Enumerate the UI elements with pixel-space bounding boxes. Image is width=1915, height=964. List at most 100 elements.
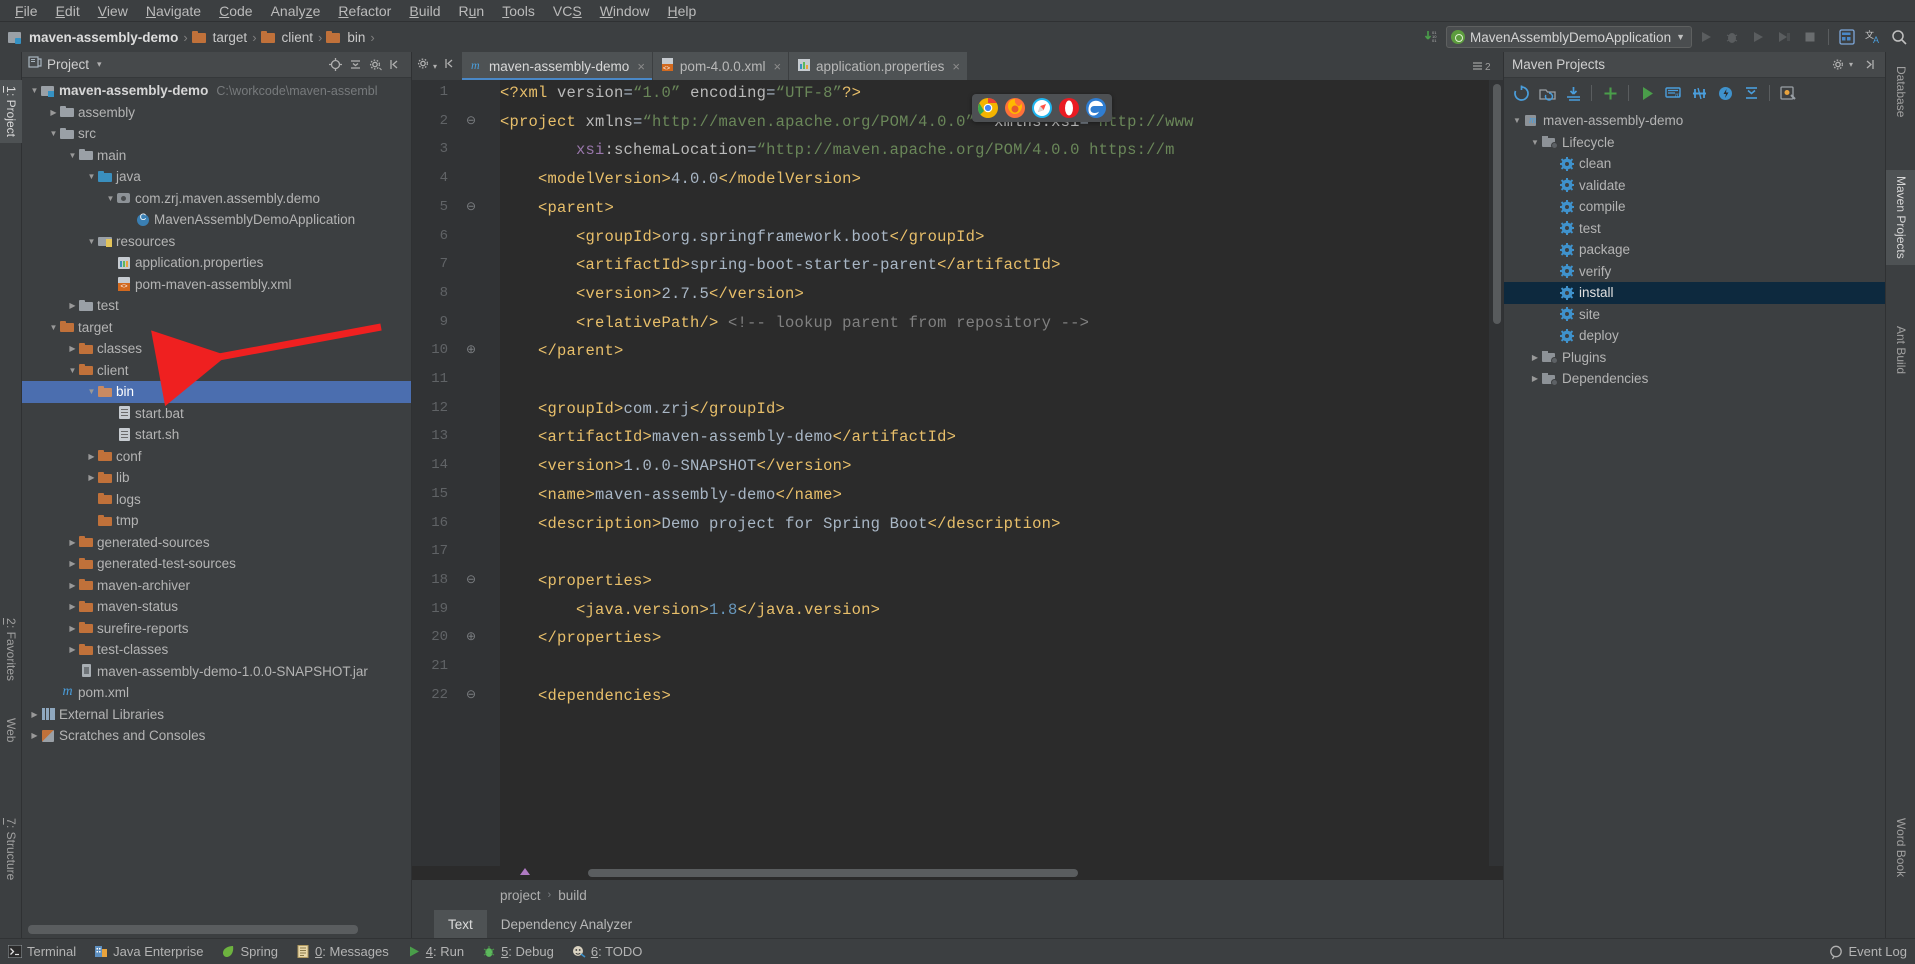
hide-panel-icon[interactable] <box>385 55 405 75</box>
menu-item-edit[interactable]: Edit <box>47 2 89 20</box>
tree-node[interactable]: ▶External Libraries <box>22 704 411 726</box>
maven-node[interactable]: deploy <box>1504 325 1885 347</box>
maven-node[interactable]: ▼maven-assembly-demo <box>1504 110 1885 132</box>
disclosure-arrow-icon[interactable]: ▶ <box>66 602 79 611</box>
editor-gutter[interactable]: 12⊖345⊖678910⊕1112131415161718⊖1920⊕2122… <box>412 80 500 866</box>
tool-window-button-mavenprojects[interactable]: Maven Projects <box>1886 170 1915 265</box>
tree-node[interactable]: ▶lib <box>22 467 411 489</box>
search-icon[interactable] <box>1887 25 1911 49</box>
status-bar-item-debug[interactable]: 5: Debug <box>482 944 554 959</box>
tree-node[interactable]: ▶assembly <box>22 102 411 124</box>
maven-node[interactable]: compile <box>1504 196 1885 218</box>
menu-item-view[interactable]: View <box>89 2 137 20</box>
tree-node[interactable]: ▶test <box>22 295 411 317</box>
tree-node[interactable]: ▼src <box>22 123 411 145</box>
tree-node-selected[interactable]: ▼bin <box>22 381 411 403</box>
breadcrumb-item-maven-assembly-demo[interactable]: maven-assembly-demo› <box>8 30 192 45</box>
tree-node[interactable]: ▶generated-test-sources <box>22 553 411 575</box>
code-fold-icon[interactable]: ⊕ <box>464 342 478 356</box>
tree-node[interactable]: ▶maven-archiver <box>22 575 411 597</box>
disclosure-arrow-icon[interactable]: ▶ <box>66 624 79 633</box>
firefox-icon[interactable] <box>1004 97 1026 119</box>
status-bar-item-javaenterprise[interactable]: Java Enterprise <box>94 944 203 959</box>
disclosure-arrow-icon[interactable]: ▶ <box>1528 353 1542 362</box>
browser-preview-popup[interactable] <box>972 94 1112 122</box>
editor-bottom-tab-dependency-analyzer[interactable]: Dependency Analyzer <box>487 910 646 938</box>
disclosure-arrow-icon[interactable]: ▶ <box>28 710 41 719</box>
menu-item-file[interactable]: File <box>6 2 47 20</box>
tree-node[interactable]: ▶conf <box>22 446 411 468</box>
tool-window-button-web[interactable]: Web <box>0 712 22 748</box>
tool-window-button-database[interactable]: Database <box>1886 60 1915 123</box>
run-configuration-selector[interactable]: MavenAssemblyDemoApplication ▼ <box>1446 26 1692 48</box>
disclosure-arrow-icon[interactable]: ▼ <box>47 129 60 138</box>
gear-icon[interactable] <box>416 56 431 76</box>
tree-node[interactable]: ▶Scratches and Consoles <box>22 725 411 747</box>
maven-node[interactable]: ▶Plugins <box>1504 347 1885 369</box>
breadcrumb-item-target[interactable]: target› <box>192 30 261 45</box>
stop-button[interactable] <box>1798 25 1822 49</box>
disclosure-arrow-icon[interactable]: ▶ <box>85 452 98 461</box>
menu-item-refactor[interactable]: Refactor <box>329 2 400 20</box>
disclosure-arrow-icon[interactable]: ▶ <box>1528 374 1542 383</box>
status-bar-event-log[interactable]: Event Log <box>1829 944 1907 959</box>
disclosure-arrow-icon[interactable]: ▶ <box>66 559 79 568</box>
tree-node[interactable]: ▶classes <box>22 338 411 360</box>
status-bar-item-run[interactable]: 4: Run <box>407 944 464 959</box>
execute-goal-icon[interactable] <box>1713 81 1737 105</box>
tree-node[interactable]: ▼target <box>22 317 411 339</box>
project-tree-hscrollbar[interactable] <box>22 922 411 938</box>
status-bar-item-messages[interactable]: 0: Messages <box>296 944 389 959</box>
menu-item-analyze[interactable]: Analyze <box>262 2 330 20</box>
tool-window-button-structure[interactable]: 7: Structure <box>0 812 22 886</box>
edge-icon[interactable] <box>1085 97 1107 119</box>
tree-node[interactable]: ▼resources <box>22 231 411 253</box>
editor-horizontal-scrollbar-row[interactable] <box>412 866 1503 880</box>
tree-node[interactable]: logs <box>22 489 411 511</box>
maven-node-selected[interactable]: install <box>1504 282 1885 304</box>
editor-tab-maven-assembly-demo[interactable]: mmaven-assembly-demo× <box>462 52 653 80</box>
run-button[interactable] <box>1694 25 1718 49</box>
disclosure-arrow-icon[interactable]: ▼ <box>85 237 98 246</box>
hide-panel-icon[interactable] <box>1859 55 1879 75</box>
tool-window-button-favorites[interactable]: 2: Favorites <box>0 612 22 687</box>
tree-node[interactable]: tmp <box>22 510 411 532</box>
maven-node[interactable]: site <box>1504 304 1885 326</box>
download-updates-icon[interactable]: 011001 <box>1420 25 1444 49</box>
editor-bottom-tab-text[interactable]: Text <box>434 910 487 938</box>
close-icon[interactable]: × <box>952 59 960 74</box>
editor-tabs[interactable]: mmaven-assembly-demo×<>pom-4.0.0.xml×app… <box>462 52 968 80</box>
tree-node[interactable]: ▶generated-sources <box>22 532 411 554</box>
editor-breadcrumb-item-build[interactable]: build <box>558 888 587 903</box>
maven-node[interactable]: clean <box>1504 153 1885 175</box>
run-maven-build-icon[interactable] <box>1635 81 1659 105</box>
editor-breadcrumb[interactable]: project›build <box>412 880 1503 910</box>
collapse-all-icon[interactable] <box>1739 81 1763 105</box>
maven-node[interactable]: package <box>1504 239 1885 261</box>
close-icon[interactable]: × <box>773 59 781 74</box>
code-fold-icon[interactable]: ⊕ <box>464 629 478 643</box>
menu-item-vcs[interactable]: VCS <box>544 2 591 20</box>
project-tree[interactable]: ▼maven-assembly-demoC:\workcode\maven-as… <box>22 78 411 922</box>
code-content[interactable]: <?xml version=“1.0” encoding=“UTF-8”?><p… <box>500 80 1503 866</box>
tool-window-button-antbuild[interactable]: Ant Build <box>1886 320 1915 380</box>
editor-tab-pom-4.0.0.xml[interactable]: <>pom-4.0.0.xml× <box>653 52 789 80</box>
tree-node[interactable]: ▼java <box>22 166 411 188</box>
maven-node[interactable]: test <box>1504 218 1885 240</box>
chrome-icon[interactable] <box>977 97 999 119</box>
disclosure-arrow-icon[interactable]: ▶ <box>85 473 98 482</box>
debug-button[interactable] <box>1720 25 1744 49</box>
menu-item-window[interactable]: Window <box>591 2 659 20</box>
disclosure-arrow-icon[interactable]: ▶ <box>66 581 79 590</box>
tree-node[interactable]: ▶maven-status <box>22 596 411 618</box>
disclosure-arrow-icon[interactable]: ▶ <box>47 108 60 117</box>
disclosure-arrow-icon[interactable]: ▼ <box>28 86 41 95</box>
code-fold-icon[interactable]: ⊖ <box>464 687 478 701</box>
disclosure-arrow-icon[interactable]: ▼ <box>1528 138 1542 147</box>
tree-node[interactable]: start.sh <box>22 424 411 446</box>
tree-node[interactable]: maven-assembly-demo-1.0.0-SNAPSHOT.jar <box>22 661 411 683</box>
tree-node[interactable]: ▼com.zrj.maven.assembly.demo <box>22 188 411 210</box>
tree-node[interactable]: ▶test-classes <box>22 639 411 661</box>
toggle-offline-icon[interactable]: m <box>1661 81 1685 105</box>
layout-icon[interactable] <box>1835 25 1859 49</box>
